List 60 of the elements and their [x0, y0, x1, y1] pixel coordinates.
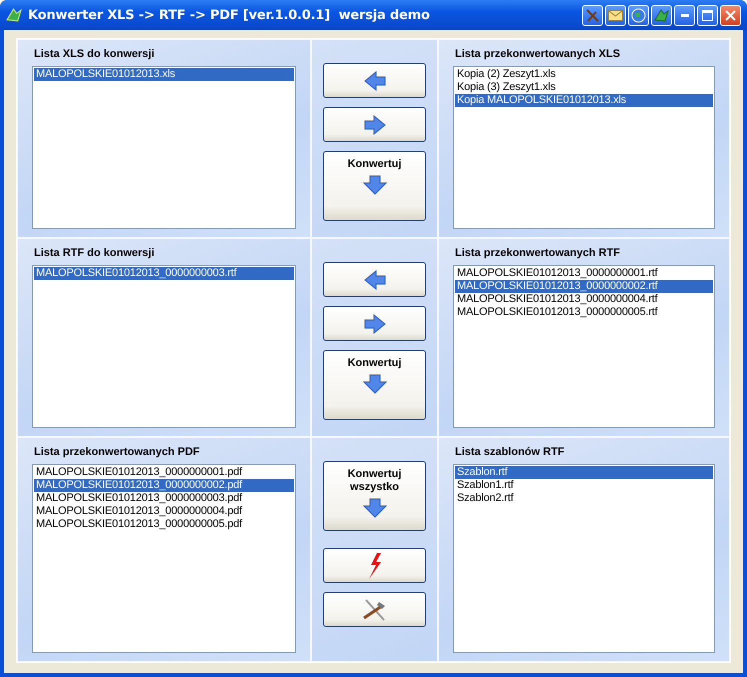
list-item[interactable]: MALOPOLSKIE01012013_0000000004.pdf: [34, 505, 294, 518]
close-button[interactable]: [720, 4, 741, 26]
list-item[interactable]: Kopia (3) Zeszyt1.xls: [455, 81, 713, 94]
move-left-button[interactable]: [323, 262, 426, 297]
file-list[interactable]: Kopia (2) Zeszyt1.xls Kopia (3) Zeszyt1.xls Kopia MALOPOLSKIE01012013.xls: [453, 66, 715, 229]
lightning-button[interactable]: [323, 548, 426, 583]
close-icon: [725, 10, 736, 20]
window-title: Konwerter XLS -> RTF -> PDF [ver.1.0.0.1] wersja demo: [28, 8, 431, 22]
right-arrow-icon: [364, 314, 386, 334]
convert-button[interactable]: Konwertuj: [323, 350, 426, 420]
down-arrow-icon: [362, 498, 386, 518]
list-item[interactable]: MALOPOLSKIE01012013_0000000002.rtf: [455, 280, 713, 293]
list-item[interactable]: MALOPOLSKIE01012013_0000000001.pdf: [34, 466, 294, 479]
list-title: Lista przekonwertowanych PDF: [33, 446, 200, 458]
list-item[interactable]: Kopia (2) Zeszyt1.xls: [455, 68, 713, 81]
list-title: Lista RTF do konwersji: [33, 247, 154, 259]
list-item[interactable]: Szablon.rtf: [455, 466, 713, 479]
down-arrow-icon: [362, 175, 386, 195]
file-list[interactable]: MALOPOLSKIE01012013_0000000003.rtf: [32, 265, 296, 428]
maximize-button[interactable]: [697, 4, 718, 26]
file-list[interactable]: Szablon.rtf Szablon1.rtf Szablon2.rtf: [453, 464, 715, 653]
file-list[interactable]: MALOPOLSKIE01012013_0000000001.pdf MALOPOLSKIE01012013_0000000002.pdf MALOPOLSKIE01012013_0000000003.pdf MALOPOLSKIE01012013_0000000004.pdf MALOPOLSKIE01012013_0000000005.pdf: [32, 464, 296, 653]
down-arrow-icon: [362, 374, 386, 394]
tools-button[interactable]: [323, 592, 426, 627]
convert-button[interactable]: Konwertuj wszystko: [323, 461, 426, 531]
list-item[interactable]: MALOPOLSKIE01012013.xls: [34, 68, 294, 81]
list-item[interactable]: Szablon2.rtf: [455, 492, 713, 505]
convert-button[interactable]: Konwertuj: [323, 151, 426, 221]
list-item[interactable]: MALOPOLSKIE01012013_0000000003.pdf: [34, 492, 294, 505]
left-arrow-icon: [364, 70, 386, 90]
lightning-icon: [368, 552, 382, 578]
list-item[interactable]: MALOPOLSKIE01012013_0000000003.rtf: [34, 267, 294, 280]
globe-icon: [631, 8, 646, 22]
list-title: Lista XLS do konwersji: [33, 48, 154, 60]
left-arrow-icon: [364, 270, 386, 290]
mail-button[interactable]: [605, 4, 626, 26]
mail-icon: [608, 10, 623, 20]
list-item[interactable]: MALOPOLSKIE01012013_0000000005.pdf: [34, 518, 294, 531]
list-item[interactable]: Szablon1.rtf: [455, 479, 713, 492]
list-item[interactable]: MALOPOLSKIE01012013_0000000005.rtf: [455, 306, 713, 319]
move-right-button[interactable]: [323, 306, 426, 341]
move-right-button[interactable]: [323, 107, 426, 142]
logo-icon: [654, 8, 669, 22]
globe-button[interactable]: [628, 4, 649, 26]
list-title: Lista przekonwertowanych XLS: [454, 48, 620, 60]
move-left-button[interactable]: [323, 63, 426, 98]
right-arrow-icon: [364, 114, 386, 134]
list-item[interactable]: Kopia MALOPOLSKIE01012013.xls: [455, 94, 713, 107]
list-item[interactable]: MALOPOLSKIE01012013_0000000002.pdf: [34, 479, 294, 492]
logo-icon: [6, 7, 22, 23]
maximize-icon: [702, 10, 713, 20]
minimize-button[interactable]: [674, 4, 695, 26]
logo-button[interactable]: [651, 4, 672, 26]
list-item[interactable]: MALOPOLSKIE01012013_0000000001.rtf: [455, 267, 713, 280]
minimize-icon: [680, 14, 688, 16]
list-title: Lista szablonów RTF: [454, 446, 564, 458]
file-list[interactable]: MALOPOLSKIE01012013_0000000001.rtf MALOPOLSKIE01012013_0000000002.rtf MALOPOLSKIE01012013_0000000004.rtf MALOPOLSKIE01012013_0000000005.rtf: [453, 265, 715, 428]
list-item[interactable]: MALOPOLSKIE01012013_0000000004.rtf: [455, 293, 713, 306]
list-title: Lista przekonwertowanych RTF: [454, 247, 620, 259]
file-list[interactable]: MALOPOLSKIE01012013.xls: [32, 66, 296, 229]
